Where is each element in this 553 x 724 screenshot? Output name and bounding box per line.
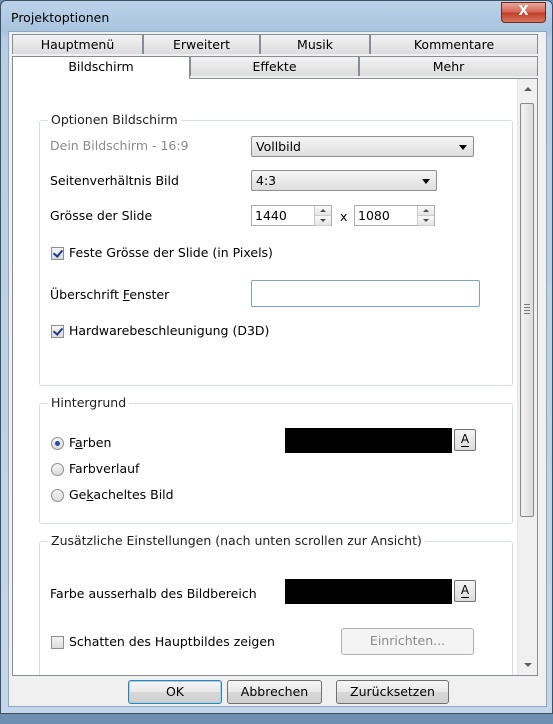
group-title: Zusätzliche Einstellungen (nach unten sc… [48,533,425,548]
times-sign: x [340,209,348,224]
tab-effekte[interactable]: Effekte [190,56,359,76]
slide-width-value: 1440 [255,208,287,223]
spin-down-icon[interactable] [315,216,331,226]
close-icon: X [518,4,529,19]
chevron-down-icon [422,179,430,184]
close-button[interactable]: X [501,2,546,23]
slide-width-stepper[interactable]: 1440 [251,205,332,226]
tab-label: Kommentare [413,37,495,52]
shadow-label[interactable]: Schatten des Hauptbildes zeigen [69,634,275,649]
group-title: Optionen Bildschirm [48,112,181,127]
radio-gekacheltes-bild[interactable] [51,489,64,502]
label-part: rben [82,435,112,450]
tab-label: Musik [297,37,333,52]
title-bar[interactable]: Projektoptionen X [1,1,552,31]
radio-farbverlauf-label[interactable]: Farbverlauf [69,461,139,476]
tab-bildschirm[interactable]: Bildschirm [12,56,190,79]
tab-panel: Optionen Bildschirm Dein Bildschirm - 16… [12,78,538,676]
dialog-window: Projektoptionen X Hauptmenü Erweitert Mu… [0,0,553,714]
tab-label: Mehr [432,59,465,74]
scroll-thumb[interactable] [520,103,534,517]
tab-musik[interactable]: Musik [260,34,370,54]
tab-label: Erweitert [172,37,231,52]
access-key: a [75,435,83,450]
background-color-button[interactable]: A [454,429,476,451]
tab-label: Bildschirm [68,59,134,74]
window-title: Projektoptionen [11,10,110,25]
shadow-checkbox[interactable] [51,636,64,649]
screen-mode-value: Vollbild [256,139,301,154]
outside-color-label: Farbe ausserhalb des Bildbereich [50,586,257,601]
scroll-down-icon[interactable] [524,663,532,667]
tab-kommentare[interactable]: Kommentare [370,34,538,54]
grip-icon [524,304,530,316]
aspect-label: Seitenverhältnis Bild [50,173,179,188]
window-title-input[interactable] [251,280,480,307]
aspect-ratio-select[interactable]: 4:3 [251,170,437,191]
tab-hauptmenue[interactable]: Hauptmenü [12,34,143,54]
spin-down-icon[interactable] [418,216,434,226]
slide-height-value: 1080 [358,208,390,223]
dialog-client: Hauptmenü Erweitert Musik Kommentare Bil… [8,31,547,707]
hw-accel-checkbox[interactable] [51,325,64,338]
height-spin[interactable] [417,206,434,226]
a-icon: A [460,432,470,447]
background-color-swatch[interactable] [285,428,452,453]
spin-up-icon[interactable] [315,206,331,216]
window-title-label: Überschrift Fenster [50,287,169,302]
slide-size-label: Grösse der Slide [50,208,153,223]
cancel-button[interactable]: Abbrechen [227,680,322,704]
label-part: acheltes Bild [93,487,174,502]
screen-label: Dein Bildschirm - 16:9 [50,138,189,153]
fixed-size-checkbox[interactable] [51,247,64,260]
label-part: Überschrift [50,287,123,302]
radio-farben[interactable] [51,437,64,450]
label-part: enster [129,287,170,302]
tab-label: Hauptmenü [40,37,115,52]
radio-farben-label[interactable]: Farben [69,435,111,450]
scroll-content: Optionen Bildschirm Dein Bildschirm - 16… [13,79,518,675]
ok-button[interactable]: OK [128,680,222,704]
scroll-up-icon[interactable] [524,87,532,91]
spin-up-icon[interactable] [418,206,434,216]
chevron-down-icon [459,145,467,150]
reset-button[interactable]: Zurücksetzen [336,680,449,704]
hw-accel-label[interactable]: Hardwarebeschleunigung (D3D) [69,323,269,338]
setup-button[interactable]: Einrichten... [341,628,474,655]
outside-color-button[interactable]: A [454,580,476,602]
outside-color-swatch[interactable] [285,579,452,604]
width-spin[interactable] [314,206,331,226]
slide-height-stepper[interactable]: 1080 [354,205,435,226]
tab-mehr[interactable]: Mehr [359,56,538,76]
label-part: Ge [69,487,87,502]
screen-mode-select[interactable]: Vollbild [251,136,474,157]
a-icon: A [460,583,470,598]
radio-farbverlauf[interactable] [51,463,64,476]
fixed-size-label[interactable]: Feste Grösse der Slide (in Pixels) [69,245,273,260]
group-title: Hintergrund [48,395,130,410]
vertical-scrollbar[interactable] [517,79,537,675]
radio-gekacheltes-bild-label[interactable]: Gekacheltes Bild [69,487,174,502]
aspect-ratio-value: 4:3 [256,173,277,188]
tab-label: Effekte [252,59,297,74]
tab-erweitert[interactable]: Erweitert [143,34,260,54]
